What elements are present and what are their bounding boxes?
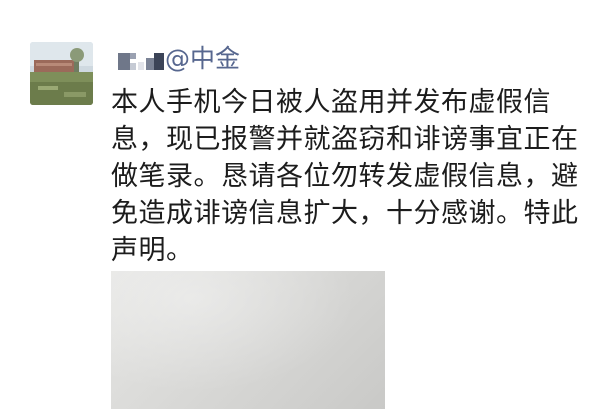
avatar-photo [30,42,93,105]
post-text: 本人手机今日被人盗用并发布虚假信息，现已报警并就盗窃和诽谤事宜正在做笔录。恳请各… [111,87,579,266]
post-image[interactable] [111,271,385,409]
author-name-obscured [118,50,168,72]
author-name[interactable]: @中金 [165,42,240,76]
moments-post: @中金 本人手机今日被人盗用并发布虚假信息，现已报警并就盗窃和诽谤事宜正在做笔录… [0,0,600,409]
author-avatar[interactable] [30,42,93,105]
